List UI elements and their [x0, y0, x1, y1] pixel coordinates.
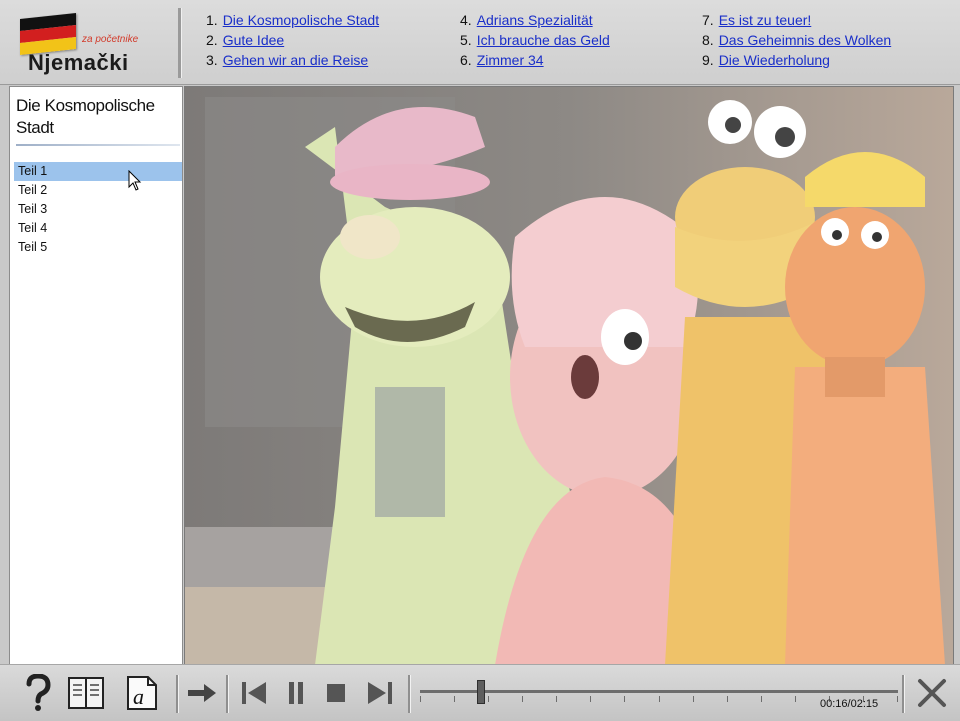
- chapter-menu: 1. Die Kosmopolische Stadt 2. Gute Idee 3.…: [206, 12, 946, 72]
- toolbar-divider: [176, 675, 179, 713]
- chapter-link-6[interactable]: Zimmer 34: [477, 52, 544, 68]
- seek-tick: [488, 696, 489, 702]
- stop-icon: [327, 684, 345, 702]
- seek-track: [420, 690, 898, 693]
- part-item-4[interactable]: Teil 4: [14, 219, 182, 238]
- stop-button[interactable]: [316, 673, 356, 713]
- seek-tick: [624, 696, 625, 702]
- previous-button[interactable]: [234, 673, 274, 713]
- lesson-sidebar: Die Kosmopolische Stadt Teil 1 Teil 2 Te…: [9, 86, 183, 666]
- chapter-item: 2. Gute Idee: [206, 32, 285, 48]
- chapter-link-9[interactable]: Die Wiederholung: [719, 52, 830, 68]
- seek-tick: [795, 696, 796, 702]
- chapter-item: 5. Ich brauche das Geld: [460, 32, 610, 48]
- chapter-item: 8. Das Geheimnis des Wolken: [702, 32, 892, 48]
- part-list: Teil 1 Teil 2 Teil 3 Teil 4 Teil 5: [14, 162, 182, 257]
- help-icon: [26, 674, 51, 711]
- seek-tick: [590, 696, 591, 702]
- video-frame[interactable]: [184, 86, 954, 666]
- chapter-link-7[interactable]: Es ist zu teuer!: [719, 12, 812, 28]
- toolbar-divider: [226, 675, 229, 713]
- seek-thumb[interactable]: [477, 680, 485, 704]
- seek-tick: [522, 696, 523, 702]
- dictionary-button[interactable]: [66, 673, 106, 713]
- seek-bar[interactable]: [420, 676, 898, 716]
- chapter-link-1[interactable]: Die Kosmopolische Stadt: [223, 12, 379, 28]
- chapter-link-5[interactable]: Ich brauche das Geld: [477, 32, 610, 48]
- notes-button[interactable]: a: [122, 673, 162, 713]
- logo: za početnike Njemački: [10, 8, 170, 76]
- toolbar-divider: [408, 675, 411, 713]
- seek-tick: [761, 696, 762, 702]
- pause-button[interactable]: [276, 673, 316, 713]
- chapter-link-3[interactable]: Gehen wir an die Reise: [223, 52, 369, 68]
- seek-tick: [659, 696, 660, 702]
- notes-icon: a: [127, 676, 157, 710]
- seek-tick: [693, 696, 694, 702]
- next-icon: [368, 682, 392, 704]
- title-underline: [16, 144, 180, 146]
- chapter-link-2[interactable]: Gute Idee: [223, 32, 285, 48]
- video-still: [185, 87, 953, 665]
- chapter-item: 6. Zimmer 34: [460, 52, 544, 68]
- mouse-cursor-icon: [128, 170, 142, 191]
- chapter-link-4[interactable]: Adrians Spezialität: [477, 12, 593, 28]
- part-item-1[interactable]: Teil 1: [14, 162, 182, 181]
- close-button[interactable]: [912, 673, 952, 713]
- seek-tick: [727, 696, 728, 702]
- book-icon: [68, 677, 104, 709]
- help-button[interactable]: [18, 673, 58, 713]
- chapter-item: 1. Die Kosmopolische Stadt: [206, 12, 380, 28]
- forward-arrow-icon: [188, 684, 216, 702]
- part-item-5[interactable]: Teil 5: [14, 238, 182, 257]
- part-item-2[interactable]: Teil 2: [14, 181, 182, 200]
- german-flag-icon: [20, 13, 76, 55]
- time-readout: 00:16/02:15: [820, 698, 879, 710]
- seek-tick: [420, 696, 421, 702]
- chapter-link-8[interactable]: Das Geheimnis des Wolken: [719, 32, 891, 48]
- chapter-item: 7. Es ist zu teuer!: [702, 12, 812, 28]
- chapter-item: 3. Gehen wir an die Reise: [206, 52, 369, 68]
- header: za početnike Njemački 1. Die Kosmopolisch…: [0, 0, 960, 85]
- chapter-item: 4. Adrians Spezialität: [460, 12, 593, 28]
- seek-tick: [556, 696, 557, 702]
- previous-icon: [242, 682, 266, 704]
- header-divider: [178, 8, 182, 78]
- close-icon: [918, 679, 946, 707]
- part-item-3[interactable]: Teil 3: [14, 200, 182, 219]
- chapter-item: 9. Die Wiederholung: [702, 52, 830, 68]
- logo-title: Njemački: [28, 50, 129, 75]
- logo-subtitle: za početnike: [82, 34, 139, 45]
- seek-tick: [454, 696, 455, 702]
- lesson-title: Die Kosmopolische Stadt: [16, 96, 155, 137]
- pause-icon: [289, 682, 303, 704]
- seek-tick: [897, 696, 898, 702]
- forward-button[interactable]: [182, 673, 222, 713]
- toolbar-divider: [902, 675, 905, 713]
- next-button[interactable]: [360, 673, 400, 713]
- svg-text:a: a: [133, 684, 144, 709]
